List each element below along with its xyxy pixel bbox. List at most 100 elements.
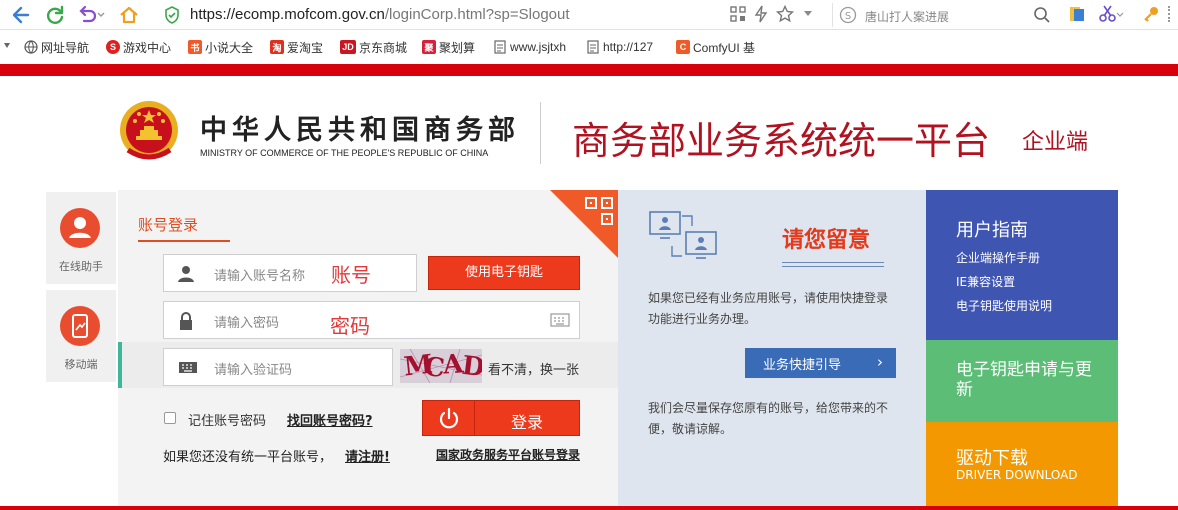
bookmark-label: www.jsjtxh bbox=[510, 40, 567, 54]
notice-title: 请您留意 bbox=[782, 228, 871, 253]
user-guide-tile: 用户指南 企业端操作手册 IE兼容设置 电子钥匙使用说明 bbox=[926, 190, 1118, 340]
lock-icon bbox=[176, 312, 196, 330]
url-host: https://ecomp.mofcom.gov.cn bbox=[190, 6, 385, 23]
star-icon[interactable] bbox=[776, 5, 794, 23]
notice-text-2: 我们会尽量保存您原有的账号，给您带来的不便，敬请谅解。 bbox=[648, 401, 889, 436]
bookmark-label: 聚划算 bbox=[439, 40, 476, 55]
refresh-icon[interactable] bbox=[44, 4, 66, 26]
password-field[interactable]: 请输入密码 bbox=[163, 301, 580, 339]
bookmark-item[interactable]: C ComfyUI 基 bbox=[676, 38, 755, 56]
login-button[interactable]: 登录 bbox=[422, 400, 580, 436]
gov-service-login-link[interactable]: 国家政务服务平台账号登录 bbox=[436, 446, 580, 463]
online-assistant[interactable]: 在线助手 bbox=[46, 192, 116, 284]
ie-compat-link[interactable]: IE兼容设置 bbox=[956, 273, 1015, 290]
tab-account-login[interactable]: 账号登录 bbox=[138, 214, 198, 235]
page-icon bbox=[493, 40, 507, 54]
bookmark-item[interactable]: 书小说大全 bbox=[188, 38, 253, 56]
bookmark-item[interactable]: JD 京东商城 bbox=[340, 38, 407, 56]
bookmark-item[interactable]: www.jsjtxh bbox=[493, 38, 566, 56]
bookmark-label: 爱淘宝 bbox=[287, 40, 324, 55]
home-icon[interactable] bbox=[118, 4, 140, 26]
bookmark-item[interactable]: http://127 bbox=[586, 38, 653, 56]
national-emblem bbox=[118, 100, 180, 164]
power-icon bbox=[423, 401, 475, 435]
account-annotation: 账号 bbox=[331, 263, 371, 287]
extension-icon[interactable] bbox=[1068, 5, 1086, 23]
chevron-down-icon[interactable] bbox=[804, 11, 812, 16]
driver-download-tile[interactable]: 驱动下载 DRIVER DOWNLOAD bbox=[926, 422, 1118, 510]
novel-icon: 书 bbox=[188, 40, 202, 54]
shield-icon bbox=[164, 6, 180, 24]
menu-icon[interactable] bbox=[1168, 6, 1170, 22]
keyboard-icon[interactable] bbox=[550, 312, 570, 328]
svg-text:S: S bbox=[845, 11, 851, 22]
manual-link[interactable]: 企业端操作手册 bbox=[956, 249, 1040, 266]
keyboard-icon bbox=[178, 359, 198, 377]
remember-checkbox[interactable] bbox=[164, 412, 176, 424]
captcha-char: D bbox=[460, 350, 482, 383]
bookmark-item[interactable]: S 游戏中心 bbox=[106, 38, 171, 56]
search-input[interactable]: 唐山打人案进展 bbox=[865, 8, 949, 25]
search-engine-icon: S bbox=[839, 6, 857, 24]
ministry-name-en: MINISTRY OF COMMERCE OF THE PEOPLE'S REP… bbox=[200, 148, 489, 158]
ekey-apply-title: 电子钥匙申请与更新 bbox=[956, 360, 1092, 400]
bookmark-label: 京东商城 bbox=[359, 40, 408, 55]
forgot-password-link[interactable]: 找回账号密码? bbox=[287, 410, 373, 429]
bookmark-label: ComfyUI 基 bbox=[693, 40, 756, 55]
captcha-placeholder: 请输入验证码 bbox=[214, 363, 293, 378]
qr-code-icon[interactable] bbox=[730, 6, 746, 22]
bookmarks-bar: 网址导航 S 游戏中心 书小说大全 淘爱淘宝 JD 京东商城 聚聚划算 www.js… bbox=[0, 31, 1178, 62]
top-red-band bbox=[0, 64, 1178, 76]
bookmark-label: 小说大全 bbox=[205, 40, 254, 55]
bookmark-label: http://127 bbox=[603, 40, 654, 54]
user-icon bbox=[176, 265, 196, 283]
login-button-label: 登录 bbox=[510, 413, 543, 432]
bookmark-item[interactable]: 聚聚划算 bbox=[422, 38, 475, 56]
ekey-manual-link[interactable]: 电子钥匙使用说明 bbox=[956, 297, 1052, 314]
bookmark-label: 网址导航 bbox=[41, 40, 90, 55]
captcha-refresh-link[interactable]: 看不清，换一张 bbox=[488, 359, 579, 378]
driver-download-subtitle: DRIVER DOWNLOAD bbox=[956, 468, 1078, 482]
header-divider bbox=[540, 102, 541, 164]
ekey-apply-tile[interactable]: 电子钥匙申请与更新 bbox=[926, 340, 1118, 422]
captcha-image[interactable]: M C A D bbox=[400, 349, 482, 383]
captcha-field[interactable]: 请输入验证码 bbox=[163, 348, 393, 386]
browser-toolbar: https://ecomp.mofcom.gov.cn/loginCorp.ht… bbox=[0, 0, 1178, 30]
online-assistant-label: 在线助手 bbox=[59, 260, 103, 273]
scissors-icon[interactable] bbox=[1098, 4, 1124, 24]
juhuasuan-icon: 聚 bbox=[422, 40, 436, 54]
mobile-icon bbox=[60, 306, 100, 346]
bookmark-item[interactable]: 淘爱淘宝 bbox=[270, 38, 323, 56]
register-link[interactable]: 请注册! bbox=[345, 446, 390, 465]
comfy-icon: C bbox=[676, 40, 690, 54]
ministry-name-cn: 中华人民共和国商务部 bbox=[200, 115, 520, 146]
url-path: /loginCorp.html?sp=Slogout bbox=[384, 6, 570, 23]
user-guide-title: 用户指南 bbox=[956, 220, 1028, 241]
page-icon bbox=[586, 40, 600, 54]
no-account-text: 如果您还没有统一平台账号， bbox=[163, 450, 333, 465]
password-annotation: 密码 bbox=[330, 314, 370, 338]
undo-history-icon[interactable] bbox=[76, 4, 105, 26]
driver-download-title: 驱动下载 bbox=[956, 448, 1028, 469]
account-placeholder: 请输入账号名称 bbox=[214, 269, 306, 284]
qr-corner-icon[interactable] bbox=[550, 190, 618, 258]
address-bar[interactable]: https://ecomp.mofcom.gov.cn/loginCorp.ht… bbox=[156, 3, 828, 27]
business-guide-label: 业务快捷引导 bbox=[763, 358, 842, 373]
globe-icon bbox=[24, 40, 38, 54]
bookmark-item[interactable]: 网址导航 bbox=[24, 38, 89, 56]
notice-title-underline bbox=[782, 262, 884, 267]
bookmarks-toggle-icon[interactable] bbox=[4, 43, 10, 48]
mobile-entry[interactable]: 移动端 bbox=[46, 290, 116, 382]
key-icon[interactable] bbox=[1142, 5, 1160, 23]
business-guide-button[interactable]: 业务快捷引导 › bbox=[745, 348, 896, 378]
chevron-right-icon: › bbox=[877, 353, 883, 371]
search-icon[interactable] bbox=[1033, 6, 1051, 24]
ekey-login-button[interactable]: 使用电子钥匙 bbox=[428, 256, 580, 290]
account-field[interactable]: 请输入账号名称 bbox=[163, 254, 417, 292]
taobao-icon: 淘 bbox=[270, 40, 284, 54]
platform-title: 商务部业务系统统一平台 bbox=[572, 119, 991, 163]
search-box[interactable]: S 唐山打人案进展 bbox=[832, 3, 1058, 27]
url-text: https://ecomp.mofcom.gov.cn/loginCorp.ht… bbox=[190, 6, 570, 23]
lightning-icon[interactable] bbox=[754, 5, 768, 23]
back-arrow-icon[interactable] bbox=[10, 4, 32, 26]
